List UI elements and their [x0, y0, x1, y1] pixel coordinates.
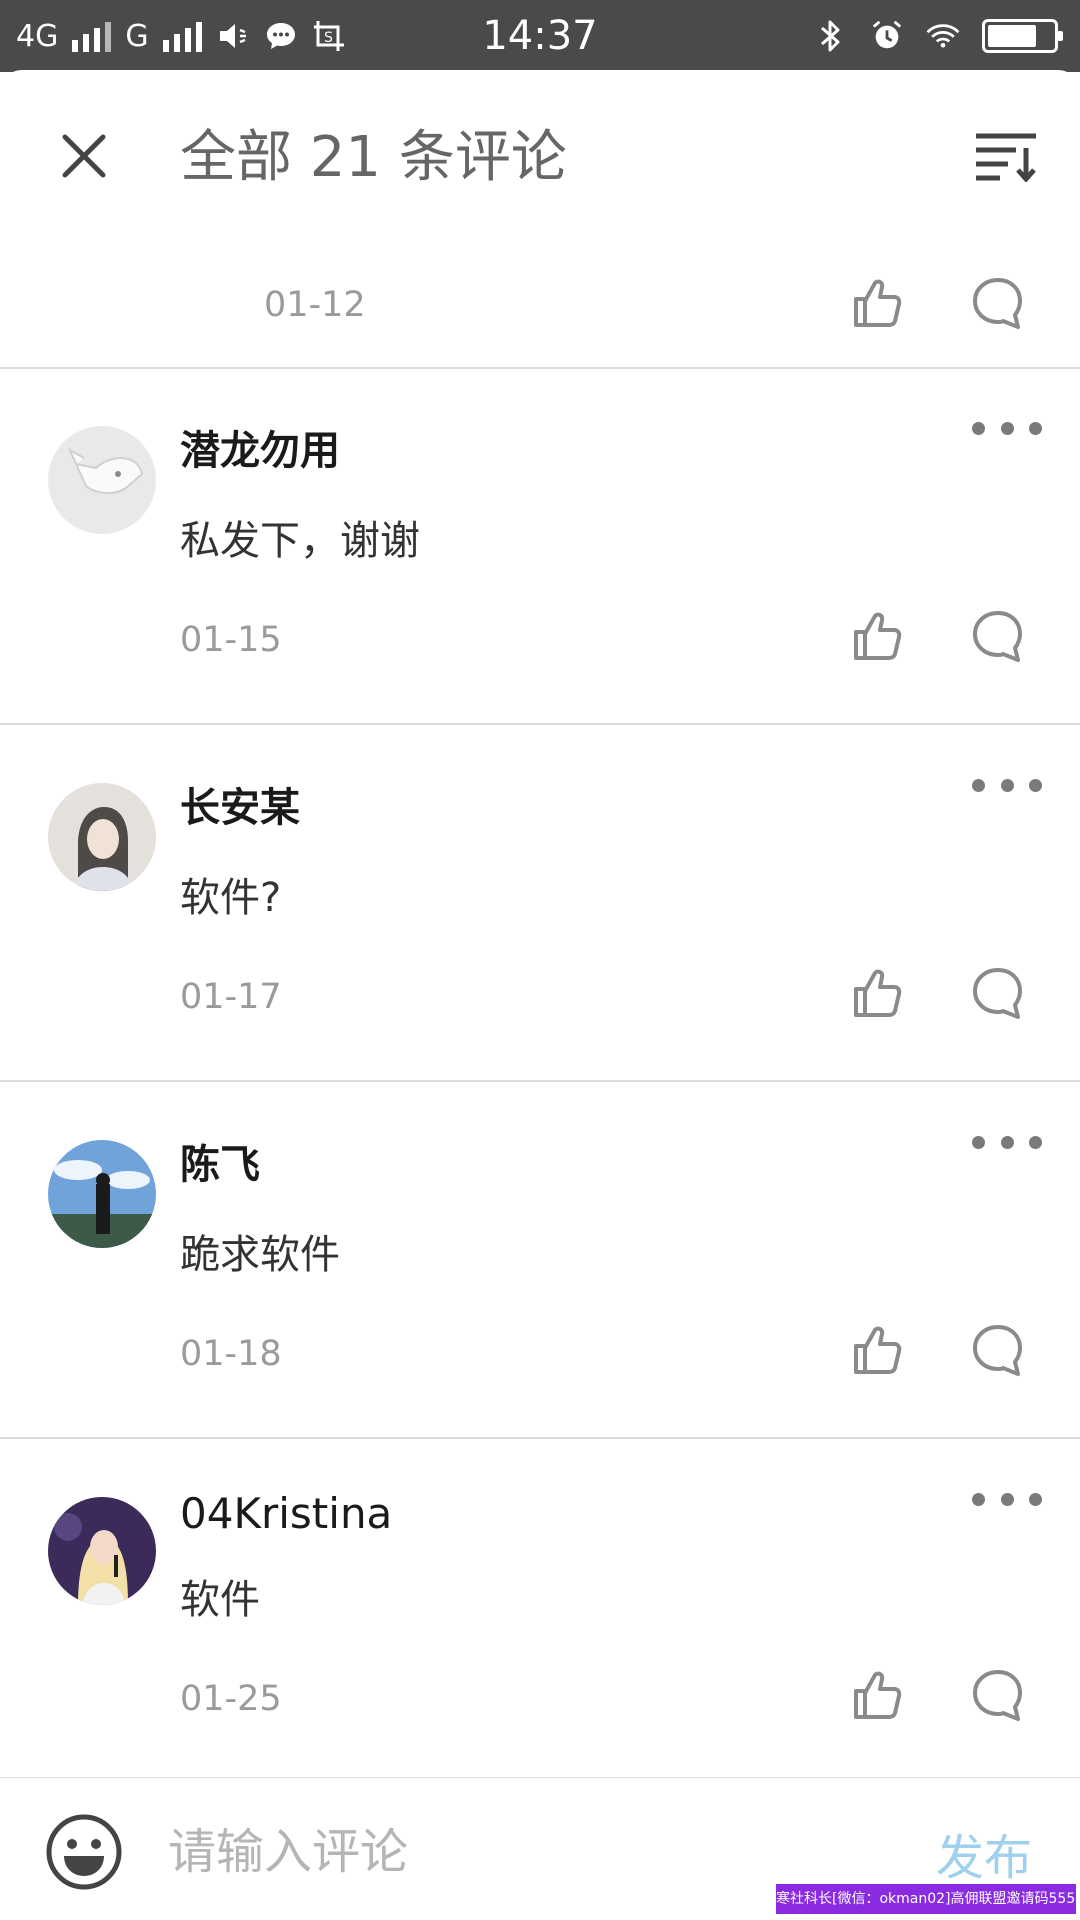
avatar[interactable]	[48, 1497, 156, 1605]
thumbs-up-icon	[854, 279, 902, 327]
reply-button[interactable]	[970, 1322, 1026, 1378]
status-right	[814, 0, 1063, 72]
speech-bubble-icon	[973, 1670, 1022, 1721]
speech-bubble-icon	[973, 968, 1022, 1019]
partial-comment: 01-12	[0, 225, 1080, 369]
more-options-button[interactable]	[972, 1122, 1042, 1162]
comment-text: 软件?	[180, 875, 282, 921]
reply-button[interactable]	[970, 965, 1026, 1021]
battery-level	[988, 25, 1036, 47]
comments-header: 全部 21 条评论	[0, 70, 1080, 225]
sort-button[interactable]	[970, 120, 1042, 192]
bluetooth-icon	[814, 19, 848, 53]
thumbs-up-icon	[854, 612, 902, 660]
comment-text: 软件	[180, 1577, 260, 1623]
publish-button[interactable]: 发布	[936, 1818, 1032, 1888]
wifi-icon	[926, 19, 960, 53]
thumbs-up-icon	[854, 1671, 902, 1719]
alarm-icon	[870, 19, 904, 53]
comment-date: 01-12	[264, 285, 366, 325]
thumbs-up-icon	[854, 1326, 902, 1374]
like-button[interactable]	[850, 275, 906, 331]
sort-icon	[976, 133, 1036, 182]
like-button[interactable]	[850, 608, 906, 664]
emoji-button[interactable]	[44, 1812, 124, 1892]
more-options-button[interactable]	[972, 408, 1042, 448]
reply-button[interactable]	[970, 608, 1026, 664]
close-button[interactable]	[52, 124, 116, 188]
page-title: 全部 21 条评论	[180, 125, 567, 190]
avatar[interactable]	[48, 426, 156, 534]
comment-text: 私发下，谢谢	[180, 518, 420, 564]
reply-button[interactable]	[970, 1667, 1026, 1723]
like-button[interactable]	[850, 1667, 906, 1723]
like-button[interactable]	[850, 1322, 906, 1378]
battery-icon	[982, 19, 1063, 53]
comment-item: 长安某 软件? 01-17	[0, 725, 1080, 1082]
comment-username[interactable]: 潜龙勿用	[180, 418, 340, 476]
comment-username[interactable]: 04Kristina	[180, 1489, 392, 1538]
comment-item: 04Kristina 软件 01-25	[0, 1439, 1080, 1779]
comment-text: 跪求软件	[180, 1232, 340, 1278]
comment-item: 陈飞 跪求软件 01-18	[0, 1082, 1080, 1439]
comment-date: 01-25	[180, 1679, 282, 1719]
more-options-button[interactable]	[972, 765, 1042, 805]
emoji-icon	[46, 1814, 122, 1890]
like-button[interactable]	[850, 965, 906, 1021]
comments-sheet: 全部 21 条评论 01-12 潜龙勿用 私发下，谢谢 01-15 长安某 软件…	[0, 70, 1080, 1920]
speech-bubble-icon	[973, 1325, 1022, 1376]
comment-date: 01-18	[180, 1334, 282, 1374]
comment-username[interactable]: 陈飞	[180, 1132, 260, 1190]
comment-username[interactable]: 长安某	[180, 775, 300, 833]
comment-date: 01-17	[180, 977, 282, 1017]
status-bar: 4G G S 14:37	[0, 0, 1080, 72]
watermark-banner: 寒社科长[微信：okman02]高佣联盟邀请码555666	[776, 1884, 1076, 1914]
thumbs-up-icon	[854, 969, 902, 1017]
more-options-button[interactable]	[972, 1479, 1042, 1519]
avatar[interactable]	[48, 1140, 156, 1248]
comment-date: 01-15	[180, 620, 282, 660]
reply-button[interactable]	[970, 275, 1026, 331]
avatar[interactable]	[48, 783, 156, 891]
speech-bubble-icon	[973, 611, 1022, 662]
speech-bubble-icon	[973, 278, 1022, 329]
close-icon	[62, 134, 106, 178]
comment-item: 潜龙勿用 私发下，谢谢 01-15	[0, 368, 1080, 725]
